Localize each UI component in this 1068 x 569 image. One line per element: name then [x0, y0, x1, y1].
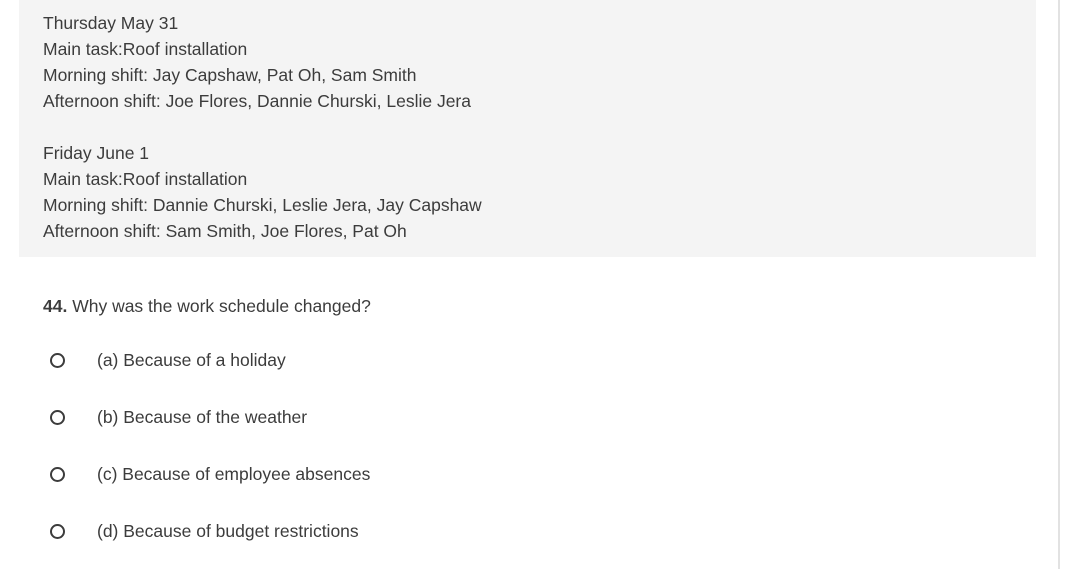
- day-morning-shift: Morning shift: Dannie Churski, Leslie Je…: [43, 195, 482, 215]
- answer-label-d[interactable]: (d) Because of budget restrictions: [97, 518, 359, 544]
- radio-button-d[interactable]: [50, 523, 65, 539]
- day-morning-shift: Morning shift: Jay Capshaw, Pat Oh, Sam …: [43, 65, 417, 85]
- answer-label-c[interactable]: (c) Because of employee absences: [97, 461, 370, 487]
- day-afternoon-shift: Afternoon shift: Sam Smith, Joe Flores, …: [43, 221, 407, 241]
- day-date: Thursday May 31: [43, 13, 179, 33]
- question-text: Why was the work schedule changed?: [72, 296, 371, 316]
- page: Thursday May 31 Main task:Roof installat…: [0, 0, 1068, 569]
- day-date: Friday June 1: [43, 143, 150, 163]
- answer-option-a[interactable]: (a) Because of a holiday: [50, 347, 286, 373]
- radio-button-a[interactable]: [50, 352, 65, 368]
- answer-option-d[interactable]: (d) Because of budget restrictions: [50, 518, 359, 544]
- answer-label-b[interactable]: (b) Because of the weather: [97, 404, 307, 430]
- question-number: 44.: [43, 296, 68, 316]
- radio-button-c[interactable]: [50, 466, 65, 482]
- answer-option-c[interactable]: (c) Because of employee absences: [50, 461, 370, 487]
- radio-button-b[interactable]: [50, 409, 65, 425]
- schedule-day-thursday: Thursday May 31 Main task:Roof installat…: [43, 10, 471, 114]
- content-right-border: [1058, 0, 1060, 569]
- day-main-task: Main task:Roof installation: [43, 39, 248, 59]
- day-main-task: Main task:Roof installation: [43, 169, 248, 189]
- answer-option-b[interactable]: (b) Because of the weather: [50, 404, 307, 430]
- question-prompt: 44. Why was the work schedule changed?: [43, 293, 371, 319]
- schedule-day-friday: Friday June 1 Main task:Roof installatio…: [43, 140, 482, 244]
- answer-label-a[interactable]: (a) Because of a holiday: [97, 347, 286, 373]
- day-afternoon-shift: Afternoon shift: Joe Flores, Dannie Chur…: [43, 91, 471, 111]
- schedule-panel: Thursday May 31 Main task:Roof installat…: [19, 0, 1036, 257]
